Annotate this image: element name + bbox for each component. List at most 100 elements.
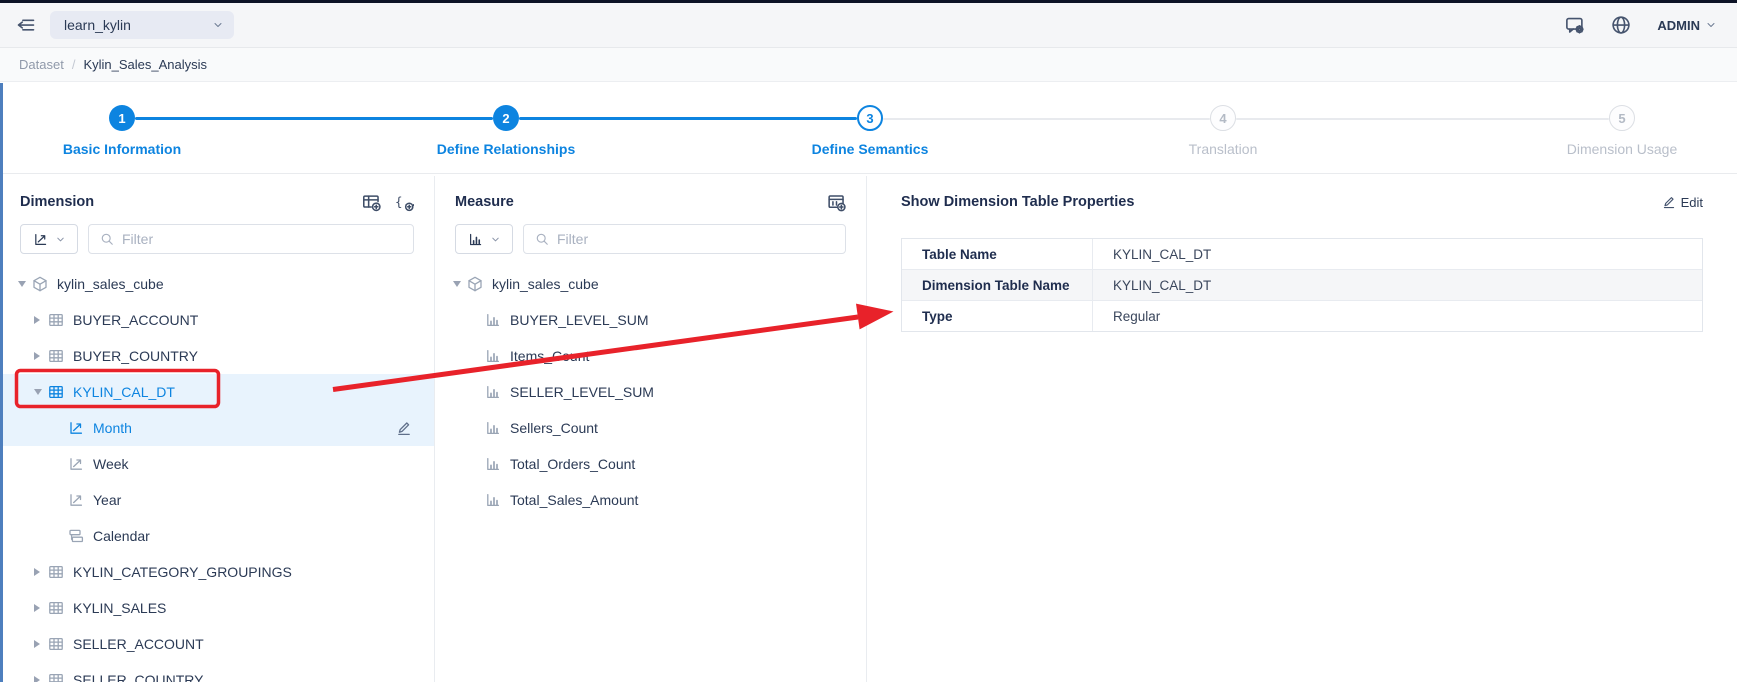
wizard-stepper: 1Basic Information2Define Relationships3… [0, 82, 1737, 174]
tree-caret-expanded-icon[interactable] [453, 281, 467, 287]
properties-table: Table NameKYLIN_CAL_DTDimension Table Na… [901, 238, 1703, 332]
dimension-tree-item-Year[interactable]: Year [0, 482, 434, 518]
add-dimension-table-icon[interactable] [362, 193, 381, 212]
dimension-tree-item-KYLIN_SALES[interactable]: KYLIN_SALES [0, 590, 434, 626]
tree-caret-collapsed-icon[interactable] [34, 568, 48, 576]
tree-caret-expanded-icon[interactable] [34, 389, 48, 395]
measure-tree: kylin_sales_cube BUYER_LEVEL_SUM Items_Cou… [435, 266, 866, 518]
edit-properties-button[interactable]: Edit [1662, 195, 1703, 210]
breadcrumb-item-Kylin_Sales_Analysis: Kylin_Sales_Analysis [83, 57, 207, 72]
tree-item-label: BUYER_LEVEL_SUM [510, 312, 649, 328]
project-selector[interactable]: learn_kylin [50, 11, 234, 39]
measure-icon [485, 384, 501, 400]
tree-caret-collapsed-icon[interactable] [34, 352, 48, 360]
dimension-tree-item-KYLIN_CATEGORY_GROUPINGS[interactable]: KYLIN_CATEGORY_GROUPINGS [0, 554, 434, 590]
dimension-filter-input[interactable] [122, 231, 402, 247]
dimension-tree-item-kylin_sales_cube[interactable]: kylin_sales_cube [0, 266, 434, 302]
property-value: Regular [1093, 301, 1702, 331]
collapse-sidebar-icon[interactable] [16, 15, 36, 35]
language-globe-icon[interactable] [1611, 15, 1631, 35]
chevron-down-icon [490, 234, 501, 245]
dimension-panel: Dimension {..} kylin_sales_cubeBUYER_ACC… [0, 176, 435, 682]
step-circle[interactable]: 4 [1210, 105, 1236, 131]
step-label: Translation [1113, 141, 1333, 157]
table-icon [48, 564, 64, 580]
breadcrumb-separator: / [72, 57, 76, 72]
edit-dimension-icon[interactable] [396, 420, 412, 436]
cube-icon [467, 276, 483, 292]
user-menu-label: ADMIN [1657, 18, 1700, 33]
dimension-tree-item-SELLER_ACCOUNT[interactable]: SELLER_ACCOUNT [0, 626, 434, 662]
tree-item-label: kylin_sales_cube [492, 276, 599, 292]
tree-caret-expanded-icon[interactable] [18, 281, 32, 287]
tree-item-label: Calendar [93, 528, 150, 544]
step-circle[interactable]: 2 [493, 105, 519, 131]
tree-caret-collapsed-icon[interactable] [34, 316, 48, 324]
main-content: Dimension {..} kylin_sales_cubeBUYER_ACC… [0, 176, 1737, 682]
table-icon [48, 672, 64, 682]
tree-item-label: Total_Orders_Count [510, 456, 635, 472]
measure-tree-item-Total_Sales_Amount[interactable]: Total_Sales_Amount [435, 482, 866, 518]
measure-tree-item-BUYER_LEVEL_SUM[interactable]: BUYER_LEVEL_SUM [435, 302, 866, 338]
tree-caret-collapsed-icon[interactable] [34, 604, 48, 612]
tree-item-label: Week [93, 456, 129, 472]
hierarchy-icon [68, 528, 84, 544]
tree-item-label: KYLIN_SALES [73, 600, 166, 616]
tree-item-label: Items_Count [510, 348, 589, 364]
topbar-actions: ADMIN [1565, 15, 1717, 35]
table-icon [48, 312, 64, 328]
tree-item-label: KYLIN_CATEGORY_GROUPINGS [73, 564, 292, 580]
tree-item-label: Month [93, 420, 132, 436]
measure-tree-item-Sellers_Count[interactable]: Sellers_Count [435, 410, 866, 446]
chevron-down-icon [55, 234, 66, 245]
tree-item-label: Sellers_Count [510, 420, 598, 436]
table-icon [48, 600, 64, 616]
diagnosis-message-icon[interactable] [1565, 15, 1585, 35]
stepper-connector [1236, 118, 1609, 120]
add-measure-icon[interactable] [827, 193, 846, 212]
step-circle[interactable]: 5 [1609, 105, 1635, 131]
measure-tree-item-kylin_sales_cube[interactable]: kylin_sales_cube [435, 266, 866, 302]
tree-item-label: SELLER_LEVEL_SUM [510, 384, 654, 400]
measure-filter [523, 224, 846, 254]
table-icon [48, 636, 64, 652]
dimension-tree-item-SELLER_COUNTRY[interactable]: SELLER_COUNTRY [0, 662, 434, 682]
tree-item-label: BUYER_COUNTRY [73, 348, 198, 364]
measure-tree-item-Items_Count[interactable]: Items_Count [435, 338, 866, 374]
measure-tree-item-Total_Orders_Count[interactable]: Total_Orders_Count [435, 446, 866, 482]
tree-caret-collapsed-icon[interactable] [34, 676, 48, 682]
stepper-connector [135, 117, 493, 120]
measure-panel: Measure kylin_sales_cubeBUYER_LEVEL_SUMI… [435, 176, 867, 682]
topbar: learn_kylin ADMIN [0, 3, 1737, 48]
cube-icon [32, 276, 48, 292]
user-menu[interactable]: ADMIN [1657, 18, 1717, 33]
dimension-tree-item-Calendar[interactable]: Calendar [0, 518, 434, 554]
measure-type-select[interactable] [455, 224, 513, 254]
property-row-Table Name: Table NameKYLIN_CAL_DT [902, 239, 1702, 270]
dimension-tree-item-BUYER_ACCOUNT[interactable]: BUYER_ACCOUNT [0, 302, 434, 338]
dimension-tree-item-BUYER_COUNTRY[interactable]: BUYER_COUNTRY [0, 338, 434, 374]
add-computed-column-icon[interactable]: {..} [395, 193, 414, 212]
tree-item-label: BUYER_ACCOUNT [73, 312, 198, 328]
dimension-tree-item-KYLIN_CAL_DT[interactable]: KYLIN_CAL_DT [0, 374, 434, 410]
chevron-down-icon [212, 19, 224, 31]
step-circle[interactable]: 3 [857, 105, 883, 131]
step-circle[interactable]: 1 [109, 105, 135, 131]
measure-tree-item-SELLER_LEVEL_SUM[interactable]: SELLER_LEVEL_SUM [435, 374, 866, 410]
dimension-tree-item-Week[interactable]: Week [0, 446, 434, 482]
property-value: KYLIN_CAL_DT [1093, 270, 1702, 300]
measure-icon [485, 348, 501, 364]
breadcrumb-item-Dataset[interactable]: Dataset [19, 57, 64, 72]
properties-panel-title: Show Dimension Table Properties [901, 194, 1134, 210]
measure-filter-input[interactable] [557, 231, 834, 247]
measure-icon [485, 492, 501, 508]
dimension-type-select[interactable] [20, 224, 78, 254]
stepper-connector [519, 117, 857, 120]
tree-caret-collapsed-icon[interactable] [34, 640, 48, 648]
step-label: Basic Information [12, 141, 232, 157]
dimension-tree: kylin_sales_cube BUYER_ACCOUNT BUYER_COUNT… [0, 266, 434, 682]
dimension-tree-item-Month[interactable]: Month [0, 410, 434, 446]
dimension-column-icon [68, 420, 84, 436]
chevron-down-icon [1705, 19, 1717, 31]
step-label: Dimension Usage [1512, 141, 1732, 157]
